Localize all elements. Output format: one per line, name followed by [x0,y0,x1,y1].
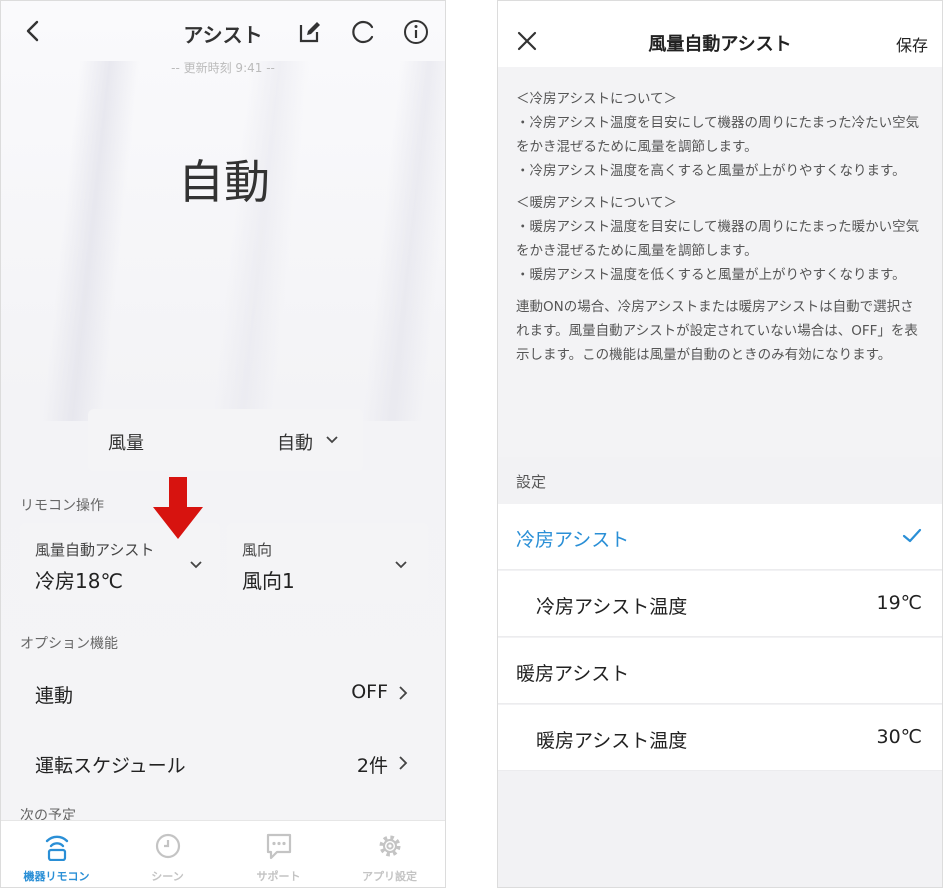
info-icon[interactable] [403,19,429,45]
row-label: 連動 [35,685,74,707]
checkmark-icon [902,528,922,543]
card-title: 風向 [242,541,273,559]
wind-volume-label: 風量 [108,433,144,454]
cooling-assist-option[interactable]: 冷房アシスト [498,504,942,570]
tab-label: 機器リモコン [23,870,90,883]
chevron-down-icon [395,561,407,569]
chevron-right-icon [399,686,408,700]
tab-support[interactable]: サポート [223,821,334,887]
annotation-arrow-icon [153,477,203,539]
background-streak [362,61,445,421]
wind-volume-value: 自動 [277,433,313,454]
row-value: OFF [351,681,388,703]
tab-remote[interactable]: 機器リモコン [1,821,112,887]
card-value: 風向1 [242,569,295,593]
wind-auto-assist-screen: 風量自動アシスト 保存 ＜冷房アシストについて＞ ・冷房アシスト温度を目安にして… [497,0,943,888]
wind-direction-card[interactable]: 風向 風向1 [227,523,428,603]
chevron-right-icon [399,756,408,770]
row-value: 2件 [356,755,388,777]
assist-screen: アシスト -- 更新時刻 9:41 -- 自動 風量 自動 リモコン操作 風量自… [0,0,446,888]
tab-label: シーン [151,870,184,883]
schedule-row[interactable]: 運転スケジュール 2件 [20,731,428,795]
row-value: 30℃ [876,726,922,748]
page-title: 風量自動アシスト [648,34,792,55]
interlock-description: 連動ONの場合、冷房アシストまたは暖房アシストは自動で選択されます。風量自動アシ… [516,299,918,363]
row-value: 19℃ [876,592,922,614]
heating-assist-description: ＜暖房アシストについて＞ ・暖房アシスト温度を目安にして機器の周りにたまった暖か… [516,195,920,283]
tab-scene[interactable]: シーン [112,821,223,887]
heating-assist-temperature-row[interactable]: 暖房アシスト温度 30℃ [498,705,942,771]
gear-icon [379,835,401,857]
row-label: 暖房アシスト温度 [536,730,688,752]
heating-assist-option[interactable]: 暖房アシスト [498,638,942,704]
bottom-tab-bar: 機器リモコン シーン サポート アプリ設定 [1,820,445,887]
chevron-down-icon [190,561,202,569]
remote-section-label: リモコン操作 [20,498,104,514]
cooling-assist-description: ＜冷房アシストについて＞ ・冷房アシスト温度を目安にして機器の周りにたまった冷た… [516,91,920,179]
page-title: アシスト [183,23,263,47]
edit-icon[interactable] [297,19,323,45]
description-panel: ＜冷房アシストについて＞ ・冷房アシスト温度を目安にして機器の周りにたまった冷た… [498,67,942,457]
tab-app-settings[interactable]: アプリ設定 [334,821,445,887]
settings-section-label: 設定 [516,473,547,491]
clock-icon [155,833,181,859]
option-label: 暖房アシスト [516,663,630,685]
cooling-assist-temperature-row[interactable]: 冷房アシスト温度 19℃ [498,571,942,637]
card-title: 風量自動アシスト [35,541,155,559]
refresh-icon[interactable] [351,19,377,45]
row-label: 運転スケジュール [35,755,186,777]
top-bar: アシスト [1,1,445,59]
card-value: 冷房18℃ [35,569,123,593]
row-label: 冷房アシスト温度 [536,596,688,618]
operation-mode: 自動 [178,155,270,209]
top-bar: 風量自動アシスト 保存 [498,1,942,67]
background-streak [42,61,140,421]
save-button[interactable]: 保存 [896,32,928,56]
interlock-row[interactable]: 連動 OFF [20,661,428,725]
tab-label: アプリ設定 [362,870,417,883]
wind-volume-selector[interactable]: 風量 自動 [88,409,363,471]
remote-wifi-icon [45,835,69,861]
background-streak [212,61,310,421]
chevron-down-icon [326,436,338,444]
options-section-label: オプション機能 [20,636,118,652]
option-label: 冷房アシスト [516,529,630,551]
updated-time: -- 更新時刻 9:41 -- [171,61,275,75]
chat-icon [266,833,292,860]
tab-label: サポート [256,870,301,883]
